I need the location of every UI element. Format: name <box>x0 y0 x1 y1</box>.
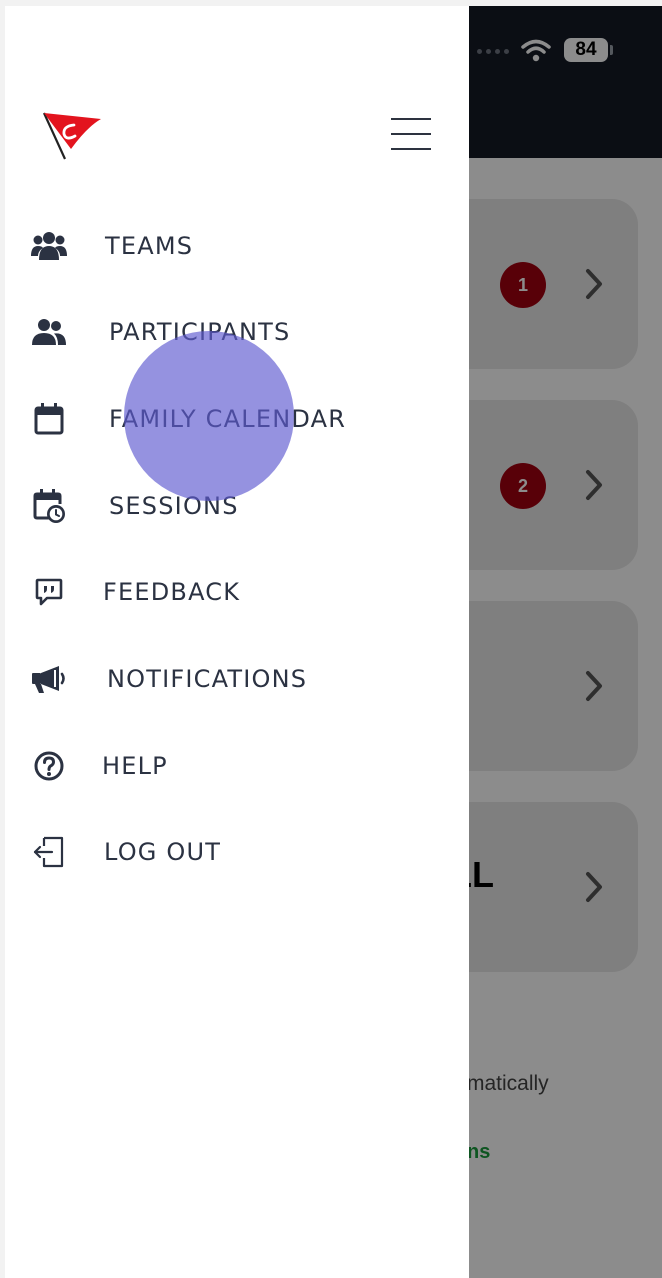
megaphone-icon <box>31 661 67 697</box>
question-circle-icon <box>31 748 67 784</box>
users-icon <box>31 314 67 350</box>
menu-item-help[interactable]: HELP <box>31 741 168 791</box>
logout-icon <box>31 834 67 870</box>
menu-item-label: NOTIFICATIONS <box>107 665 308 693</box>
menu-item-feedback[interactable]: FEEDBACK <box>31 567 240 617</box>
menu-item-label: LOG OUT <box>104 838 222 866</box>
menu-toggle-button[interactable] <box>389 114 433 154</box>
touch-indicator <box>124 331 294 501</box>
menu-item-notifications[interactable]: NOTIFICATIONS <box>31 654 307 704</box>
menu-item-label: TEAMS <box>105 232 194 260</box>
brand-logo <box>42 112 101 160</box>
navigation-drawer: TEAMS PARTICIPANTS <box>5 6 469 1278</box>
users-group-icon <box>31 228 67 264</box>
hamburger-icon <box>391 118 431 120</box>
menu-item-teams[interactable]: TEAMS <box>31 221 193 271</box>
menu-item-label: HELP <box>102 752 168 780</box>
menu-item-log-out[interactable]: LOG OUT <box>31 827 221 877</box>
screen: 84 1 2 LL matically ns TEAMS SESSIONS FE… <box>5 6 662 1278</box>
quote-bubble-icon <box>31 574 67 610</box>
calendar-icon <box>31 401 67 437</box>
menu-item-label: FEEDBACK <box>103 578 241 606</box>
calendar-clock-icon <box>31 488 67 524</box>
